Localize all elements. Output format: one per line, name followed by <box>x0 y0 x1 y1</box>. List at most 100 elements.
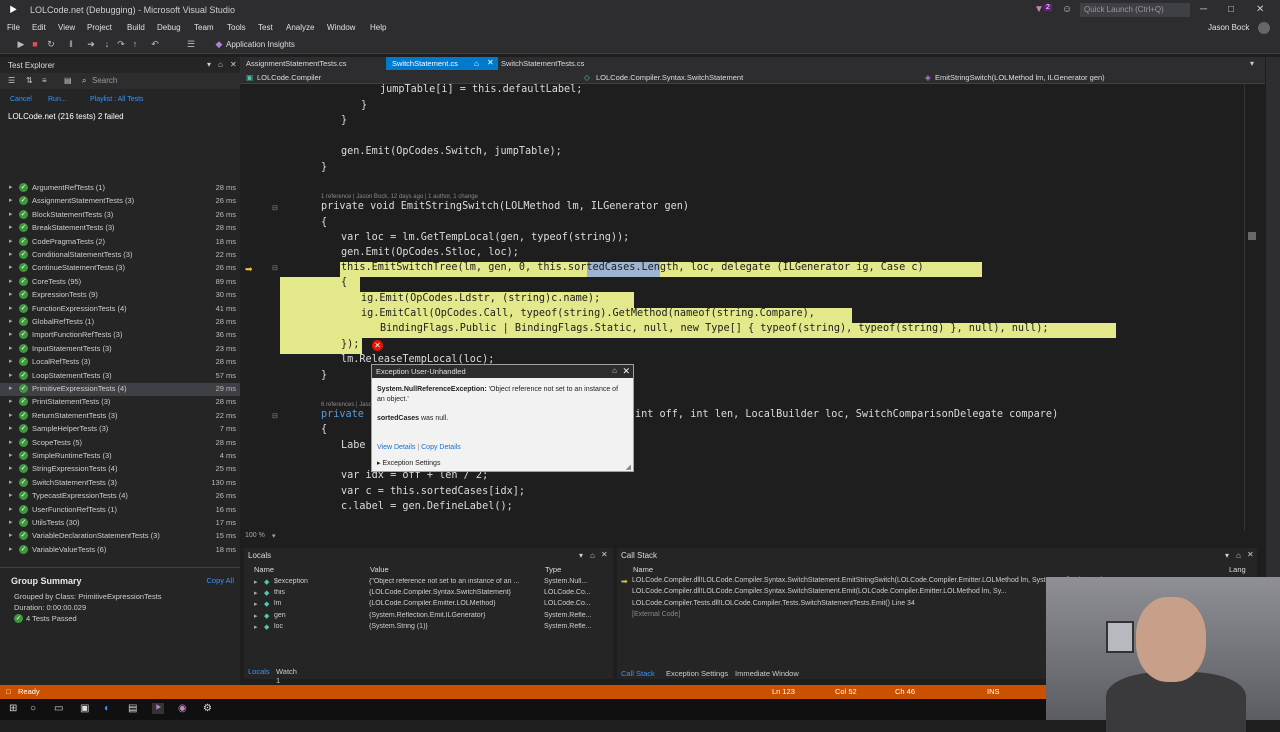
show-next-statement-icon[interactable]: ➜ <box>86 39 96 49</box>
local-value[interactable]: {LOLCode.Compiler.Emitter.LOLMethod} <box>369 600 539 607</box>
tab-switch-statement[interactable]: SwitchStatement.cs <box>386 57 498 70</box>
app-icon[interactable]: ◉ <box>178 703 187 714</box>
tab-close-icon[interactable]: ✕ <box>487 58 494 67</box>
menu-analyze[interactable]: Analyze <box>286 23 314 32</box>
expand-icon[interactable]: ▸ <box>9 411 13 419</box>
test-search-input[interactable]: Search <box>92 76 117 85</box>
error-icon[interactable]: ✕ <box>372 340 383 351</box>
collapse-icon[interactable]: ⊟ <box>272 412 278 420</box>
visual-studio-taskbar-icon[interactable]: ⯈ <box>152 703 164 714</box>
menu-view[interactable]: View <box>58 23 75 32</box>
tab-immediate-window[interactable]: Immediate Window <box>735 669 799 678</box>
expand-icon[interactable]: ▸ <box>9 491 13 499</box>
windows-start-icon[interactable]: ⊞ <box>9 703 17 714</box>
expand-icon[interactable]: ▸ <box>9 424 13 432</box>
scrollbar-thumb[interactable] <box>1248 232 1256 240</box>
format-icon[interactable]: ☰ <box>186 39 196 49</box>
test-class-row[interactable]: ▸ ✓ LocalRefTests (3) 28 ms <box>0 356 240 369</box>
menu-window[interactable]: Window <box>327 23 355 32</box>
nav-member-dropdown[interactable]: EmitStringSwitch(LOLMethod lm, ILGenerat… <box>935 73 1105 82</box>
view-details-link[interactable]: View Details <box>377 444 415 451</box>
expand-icon[interactable]: ▸ <box>9 250 13 258</box>
column-value[interactable]: Value <box>370 565 389 574</box>
tab-overflow-icon[interactable]: ▾ <box>1250 59 1254 68</box>
close-panel-icon[interactable]: ✕ <box>230 60 237 69</box>
expand-icon[interactable]: ▸ <box>9 371 13 379</box>
test-class-row[interactable]: ▸ ✓ SwitchStatementTests (3) 130 ms <box>0 477 240 490</box>
test-class-row[interactable]: ▸ ✓ SampleHelperTests (3) 7 ms <box>0 423 240 436</box>
step-into-icon[interactable]: ↓ <box>102 39 112 49</box>
expand-icon[interactable]: ▸ <box>9 223 13 231</box>
dropdown-icon[interactable]: ▾ <box>1225 551 1229 560</box>
expand-icon[interactable]: ▸ <box>254 623 258 631</box>
step-over-icon[interactable]: ↷ <box>116 39 126 49</box>
store-icon[interactable]: ▣ <box>80 703 89 714</box>
close-panel-icon[interactable]: ✕ <box>1247 550 1254 559</box>
zoom-level[interactable]: 100 % <box>245 532 265 539</box>
tab-locals[interactable]: Locals <box>248 667 270 676</box>
test-class-row[interactable]: ▸ ✓ PrimitiveExpressionTests (4) 29 ms <box>0 383 240 397</box>
test-class-row[interactable]: ▸ ✓ ArgumentRefTests (1) 28 ms <box>0 182 240 195</box>
local-value[interactable]: {LOLCode.Compiler.Syntax.SwitchStatement… <box>369 589 539 596</box>
locals-row[interactable]: ▸ ◆ this {LOLCode.Compiler.Syntax.SwitchSta… <box>244 589 613 600</box>
tab-assignment-statement-tests[interactable]: AssignmentStatementTests.cs <box>240 57 352 70</box>
code-lens[interactable]: 6 references | Jason <box>321 402 375 408</box>
test-class-row[interactable]: ▸ ✓ PrintStatementTests (3) 28 ms <box>0 396 240 409</box>
expand-icon[interactable]: ▸ <box>254 612 258 620</box>
step-out-icon[interactable]: ↑ <box>130 39 140 49</box>
column-type[interactable]: Type <box>545 565 561 574</box>
expand-icon[interactable]: ▸ <box>9 384 13 392</box>
copy-all-link[interactable]: Copy All <box>206 576 234 585</box>
expand-icon[interactable]: ▸ <box>254 578 258 586</box>
menu-tools[interactable]: Tools <box>227 23 246 32</box>
feedback-icon[interactable]: ☺ <box>1062 4 1072 15</box>
test-class-row[interactable]: ▸ ✓ VariableValueTests (6) 18 ms <box>0 544 240 557</box>
expand-icon[interactable]: ▸ <box>9 183 13 191</box>
playlist-icon[interactable]: ▤ <box>64 76 72 85</box>
expand-icon[interactable]: ▸ <box>9 304 13 312</box>
menu-help[interactable]: Help <box>370 23 386 32</box>
test-class-row[interactable]: ▸ ✓ BlockStatementTests (3) 26 ms <box>0 209 240 222</box>
menu-edit[interactable]: Edit <box>32 23 46 32</box>
test-class-row[interactable]: ▸ ✓ CoreTests (95) 89 ms <box>0 276 240 289</box>
expand-icon[interactable]: ▸ <box>9 317 13 325</box>
expand-icon[interactable]: ▸ <box>9 344 13 352</box>
pause-icon[interactable]: ‖ <box>66 39 76 49</box>
expand-icon[interactable]: ▸ <box>9 505 13 513</box>
expand-icon[interactable]: ▸ <box>9 277 13 285</box>
test-class-row[interactable]: ▸ ✓ FunctionExpressionTests (4) 41 ms <box>0 303 240 316</box>
locals-row[interactable]: ▸ ◆ lm {LOLCode.Compiler.Emitter.LOLMethod}… <box>244 600 613 611</box>
expand-icon[interactable]: ▸ <box>9 210 13 218</box>
cancel-link[interactable]: Cancel <box>10 96 32 103</box>
tab-exception-settings[interactable]: Exception Settings <box>666 669 728 678</box>
local-value[interactable]: {"Object reference not set to an instanc… <box>369 578 539 585</box>
explorer-icon[interactable]: ▤ <box>128 703 137 714</box>
expand-icon[interactable]: ▸ <box>9 545 13 553</box>
pin-icon[interactable]: ⌂ <box>218 60 223 69</box>
test-class-row[interactable]: ▸ ✓ GlobalRefTests (1) 28 ms <box>0 316 240 329</box>
resize-grip-icon[interactable]: ◢ <box>626 463 631 471</box>
close-panel-icon[interactable]: ✕ <box>601 550 608 559</box>
column-name[interactable]: Name <box>633 565 653 574</box>
expand-icon[interactable]: ▸ <box>254 600 258 608</box>
test-class-row[interactable]: ▸ ✓ UserFunctionRefTests (1) 16 ms <box>0 504 240 517</box>
tab-pin-icon[interactable]: ⌂ <box>474 59 479 68</box>
restart-icon[interactable]: ↻ <box>46 39 56 49</box>
dropdown-icon[interactable]: ▾ <box>207 60 211 69</box>
stack-frame[interactable]: LOLCode.Compiler.Tests.dll!LOLCode.Compi… <box>632 600 915 607</box>
copy-details-link[interactable]: Copy Details <box>421 444 461 451</box>
tab-switch-statement-tests[interactable]: SwitchStatementTests.cs <box>495 57 590 70</box>
test-class-row[interactable]: ▸ ✓ InputStatementTests (3) 23 ms <box>0 343 240 356</box>
filter-icon[interactable]: ▼ <box>1034 4 1044 15</box>
stack-frame-external[interactable]: [External Code] <box>632 611 680 618</box>
exception-settings-expander[interactable]: ▸ Exception Settings <box>377 459 440 467</box>
edge-icon[interactable]: ◐ <box>104 703 110 714</box>
settings-icon[interactable]: ⚙ <box>203 703 212 714</box>
expand-icon[interactable]: ▸ <box>9 478 13 486</box>
menu-project[interactable]: Project <box>87 23 112 32</box>
expand-icon[interactable]: ▸ <box>9 451 13 459</box>
test-class-row[interactable]: ▸ ✓ AssignmentStatementTests (3) 26 ms <box>0 195 240 208</box>
filter-icon[interactable]: ≡ <box>42 76 47 85</box>
expand-icon[interactable]: ▸ <box>9 438 13 446</box>
menu-file[interactable]: File <box>7 23 20 32</box>
